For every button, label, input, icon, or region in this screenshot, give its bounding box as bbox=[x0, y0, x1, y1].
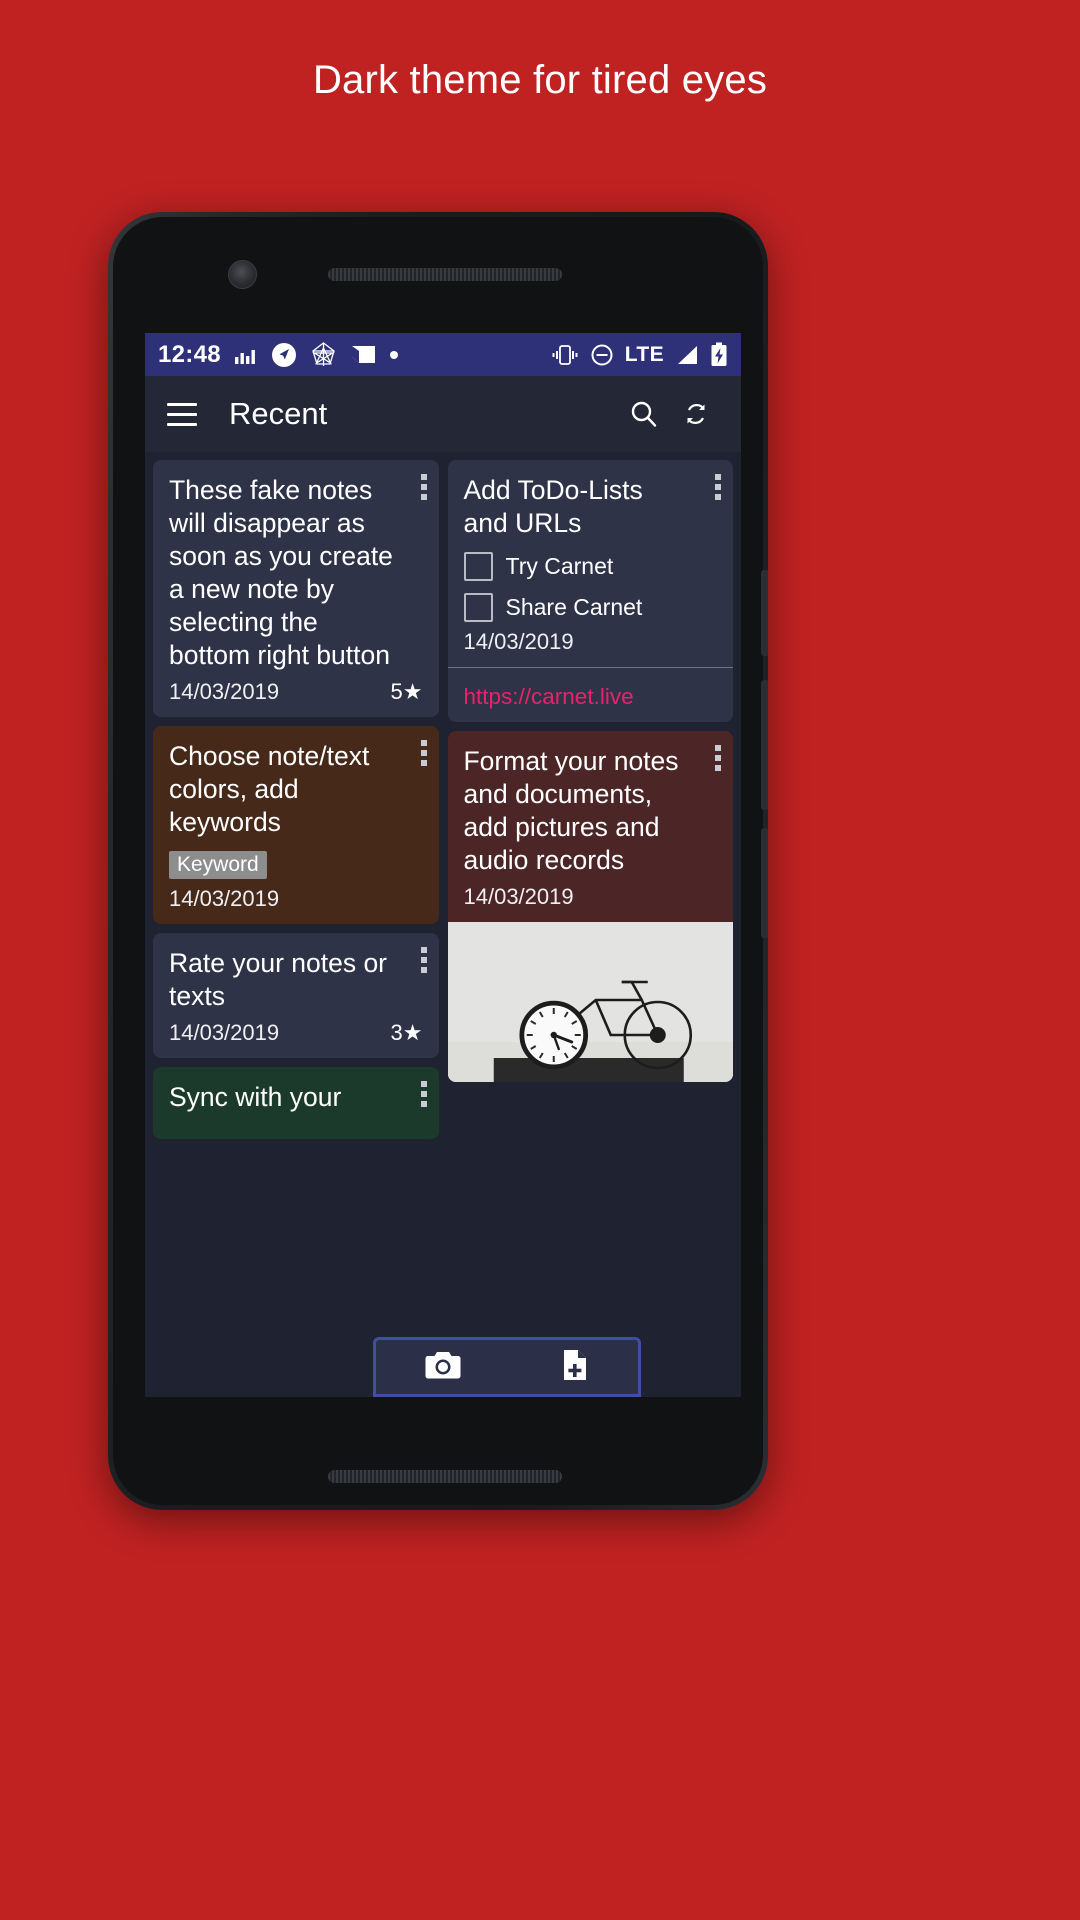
notes-column-right: Add ToDo-Lists and URLs Try Carnet Share… bbox=[447, 460, 733, 1397]
search-icon[interactable] bbox=[621, 391, 667, 437]
checklist-label: Try Carnet bbox=[505, 553, 614, 579]
note-meta: 14/03/2019 3★ bbox=[169, 1020, 423, 1046]
hamburger-menu-icon[interactable] bbox=[167, 402, 197, 426]
checklist-label: Share Carnet bbox=[505, 594, 643, 620]
status-bar: 12:48 LTE bbox=[145, 333, 741, 376]
side-button-bottom[interactable] bbox=[761, 828, 768, 938]
navigation-arrow-icon bbox=[271, 342, 297, 368]
checklist-item[interactable]: Try Carnet bbox=[463, 552, 718, 581]
note-card[interactable]: Format your notes and documents, add pic… bbox=[447, 731, 733, 1082]
note-title: Add ToDo-Lists and URLs bbox=[463, 475, 643, 538]
note-divider bbox=[447, 667, 733, 668]
note-overflow-menu-icon[interactable] bbox=[715, 745, 721, 771]
checkbox-icon[interactable] bbox=[463, 593, 493, 622]
checkbox-icon[interactable] bbox=[463, 552, 493, 581]
phone-screen: 12:48 LTE Recent These fake notes will d… bbox=[145, 333, 741, 1397]
dot-icon bbox=[389, 350, 398, 359]
note-overflow-menu-icon[interactable] bbox=[420, 474, 427, 500]
app-bar: Recent bbox=[145, 376, 741, 452]
battery-charging-icon bbox=[710, 342, 728, 367]
note-card[interactable]: Rate your notes or texts 14/03/2019 3★ bbox=[153, 933, 439, 1058]
status-clock: 12:48 bbox=[158, 340, 221, 368]
note-title: Sync with your bbox=[169, 1082, 342, 1112]
note-rating: 5★ bbox=[390, 679, 423, 704]
note-card[interactable]: Choose note/text colors, add keywords Ke… bbox=[153, 726, 439, 924]
side-button-middle[interactable] bbox=[761, 680, 768, 810]
note-date: 14/03/2019 bbox=[463, 629, 574, 654]
sync-icon[interactable] bbox=[673, 391, 719, 437]
bottom-speaker bbox=[328, 1470, 562, 1483]
note-date: 14/03/2019 bbox=[463, 884, 574, 909]
do-not-disturb-icon bbox=[590, 343, 614, 367]
front-camera-icon bbox=[228, 260, 257, 289]
app-bar-title: Recent bbox=[229, 396, 328, 431]
network-mesh-icon bbox=[310, 341, 337, 368]
checklist-item[interactable]: Share Carnet bbox=[463, 593, 718, 622]
note-title: These fake notes will disappear as soon … bbox=[169, 475, 393, 670]
note-date: 14/03/2019 bbox=[169, 886, 280, 911]
vibrate-icon bbox=[551, 343, 579, 367]
signal-bars-icon bbox=[234, 345, 258, 365]
notes-grid[interactable]: These fake notes will disappear as soon … bbox=[145, 452, 741, 1397]
camera-icon[interactable] bbox=[424, 1349, 462, 1386]
note-card[interactable]: Sync with your bbox=[153, 1067, 439, 1139]
phone-mockup: 12:48 LTE Recent These fake notes will d… bbox=[108, 212, 768, 1510]
note-meta: 14/03/2019 5★ bbox=[169, 679, 423, 705]
note-card[interactable]: Add ToDo-Lists and URLs Try Carnet Share… bbox=[447, 460, 733, 722]
signal-triangle-icon bbox=[675, 344, 699, 366]
notes-column-left: These fake notes will disappear as soon … bbox=[153, 460, 439, 1397]
note-overflow-menu-icon[interactable] bbox=[420, 740, 427, 766]
note-title: Rate your notes or texts bbox=[169, 948, 388, 1011]
note-keyword-tag: Keyword bbox=[169, 851, 267, 879]
note-date: 14/03/2019 bbox=[169, 679, 280, 704]
image-flag-icon bbox=[350, 343, 377, 367]
note-rating: 3★ bbox=[390, 1020, 423, 1045]
note-title: Format your notes and documents, add pic… bbox=[463, 746, 679, 875]
note-card[interactable]: These fake notes will disappear as soon … bbox=[153, 460, 439, 717]
earpiece-speaker bbox=[328, 268, 562, 281]
phone-body: 12:48 LTE Recent These fake notes will d… bbox=[113, 217, 763, 1505]
note-overflow-menu-icon[interactable] bbox=[715, 474, 721, 500]
note-overflow-menu-icon[interactable] bbox=[420, 947, 427, 973]
note-title: Choose note/text colors, add keywords bbox=[169, 741, 370, 837]
create-note-toolbar[interactable] bbox=[373, 1337, 641, 1397]
page-title: Dark theme for tired eyes bbox=[312, 58, 768, 102]
note-link[interactable]: https://carnet.live bbox=[464, 684, 718, 710]
note-date: 14/03/2019 bbox=[169, 1020, 280, 1045]
note-photo[interactable] bbox=[447, 922, 733, 1082]
network-type-label: LTE bbox=[624, 342, 664, 366]
note-overflow-menu-icon[interactable] bbox=[420, 1081, 427, 1107]
add-file-icon[interactable] bbox=[558, 1348, 590, 1387]
side-button-top[interactable] bbox=[761, 570, 768, 656]
